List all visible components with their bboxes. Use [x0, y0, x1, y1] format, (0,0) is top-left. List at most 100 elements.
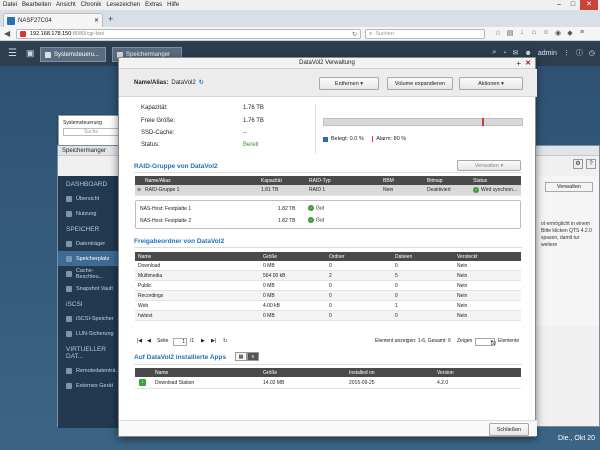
home-icon[interactable]: ⌂: [528, 29, 540, 37]
raid-disk-list: NAS-Host: Festplatte 1 1.82 TB ✓ Gut NAS-…: [135, 200, 521, 229]
shares-section-title: Freigabeordner von DataVol2: [134, 238, 225, 245]
close-icon[interactable]: ✕: [580, 0, 598, 10]
table-row[interactable]: ↓ Download Station 14.02 MB 2015-09-25 4…: [135, 377, 521, 389]
search-input[interactable]: ⌕ Suchen: [365, 29, 485, 39]
info-separator: [315, 104, 316, 154]
sidebar-item-disks[interactable]: Datenträger: [58, 236, 120, 251]
minimize-icon[interactable]: –: [552, 0, 566, 10]
alarm-threshold-marker: [482, 118, 485, 126]
sidebar-item-lun-backup[interactable]: LUN-Sicherung: [58, 326, 120, 341]
hamburger-menu-icon[interactable]: ≡: [576, 29, 588, 37]
raid-manage-button[interactable]: Verwalten ▾: [457, 160, 521, 171]
dialog-footer: Schließen: [119, 420, 537, 436]
download-icon[interactable]: ↓: [516, 29, 528, 37]
menu-history[interactable]: Chronik: [81, 2, 102, 8]
list-view-icon[interactable]: ≡: [247, 352, 259, 361]
menu-file[interactable]: Datei: [3, 2, 17, 8]
qts-search-icon[interactable]: ⌕: [492, 49, 496, 57]
manage-button[interactable]: Verwalten: [545, 182, 593, 192]
table-row[interactable]: Recordings 0 MB 0 0 Nein: [135, 291, 521, 301]
usage-legend: Belegt: 0.0 % Alarm: 80 %: [323, 136, 406, 142]
qts-user-icon[interactable]: ☻: [524, 50, 531, 57]
menu-help[interactable]: Hilfe: [167, 2, 179, 8]
url-bar[interactable]: 192.168.178.150 :8080/cgi-bin/ ↻: [16, 29, 361, 39]
sidebar-item-cache[interactable]: Cache-Beschleu...: [58, 266, 120, 281]
url-host: 192.168.178.150: [30, 31, 72, 37]
page-input[interactable]: 1: [173, 338, 187, 346]
alarm-legend-label: Alarm: 80 %: [376, 136, 407, 142]
grid-view-icon[interactable]: ▦: [235, 352, 247, 361]
dialog-titlebar: DataVol2 Verwaltung + ✕: [119, 58, 535, 69]
sidebar-item-iscsi-storage[interactable]: iSCSI-Speicher: [58, 311, 120, 326]
close-button[interactable]: Schließen: [489, 423, 529, 436]
menu-bookmarks[interactable]: Lesezeichen: [106, 2, 140, 8]
tab-close-icon[interactable]: ✕: [94, 17, 99, 24]
bookmarks-icon[interactable]: ▤: [504, 29, 516, 37]
sidebar-item-snapshot-vault[interactable]: Snapshot Vault: [58, 281, 120, 296]
table-row[interactable]: Download 0 MB 0 0 Nein: [135, 261, 521, 271]
close-dialog-icon[interactable]: ✕: [525, 58, 531, 69]
reload-icon[interactable]: ↻: [352, 31, 357, 38]
apps-divider: [134, 364, 522, 365]
sidebar-item-usage[interactable]: Nutzung: [58, 206, 120, 221]
used-legend-label: Belegt: 0.0 %: [331, 136, 364, 142]
refresh-icon[interactable]: ↻: [199, 80, 204, 86]
expand-volume-button[interactable]: Volume expandieren: [387, 77, 453, 90]
new-tab-icon[interactable]: +: [108, 14, 113, 24]
refresh-list-icon[interactable]: ↻: [223, 338, 227, 344]
qts-notifications-icon[interactable]: ✉: [513, 49, 519, 57]
help-icon[interactable]: ?: [586, 159, 596, 169]
menu-edit[interactable]: Bearbeiten: [22, 2, 51, 8]
usage-icon: [66, 210, 72, 217]
actions-button[interactable]: Aktionen ▾: [459, 77, 523, 90]
raid-divider: [134, 172, 522, 173]
qts-options-icon[interactable]: ⋮: [563, 49, 570, 57]
qts-dashboard-icon[interactable]: ◷: [589, 49, 595, 57]
first-page-icon[interactable]: |◀: [137, 338, 142, 344]
next-page-icon[interactable]: ▶: [201, 338, 205, 344]
sidebar-item-external-device[interactable]: Externes Gerät: [58, 378, 120, 393]
remove-button[interactable]: Entfernen ▾: [319, 77, 379, 90]
pocket-icon[interactable]: ◉: [552, 29, 564, 37]
collapse-icon[interactable]: ⊖: [137, 185, 141, 195]
items-per-page-select[interactable]: 10 ▾: [475, 338, 496, 347]
table-row[interactable]: Multimedia 564.00 kB 2 5 Nein: [135, 271, 521, 281]
status-label: Status:: [141, 142, 160, 148]
info-note: ot ermöglicht in einem Bitte klicken QTS…: [541, 221, 592, 248]
addon-icon[interactable]: ◆: [564, 29, 576, 37]
tab-title: NASF27C04: [18, 17, 52, 24]
raid-table: Name/Alias Kapazität RAID-Typ BBM Bitmap…: [135, 176, 521, 196]
popup-search-input[interactable]: Suche: [63, 128, 119, 136]
menu-view[interactable]: Ansicht: [56, 2, 76, 8]
settings-gear-icon[interactable]: ⚙: [573, 159, 583, 169]
star-icon[interactable]: ☆: [492, 29, 504, 37]
browser-tab[interactable]: NASF27C04 ✕: [3, 13, 103, 27]
table-row[interactable]: Web 4.00 kB 0 1 Nein: [135, 301, 521, 311]
browser-menubar: Datei Bearbeiten Ansicht Chronik Lesezei…: [0, 0, 600, 11]
sidebar-item-overview[interactable]: Übersicht: [58, 191, 120, 206]
disk-icon: [66, 240, 72, 247]
main-menu-icon[interactable]: ☰: [8, 48, 17, 59]
apps-table: Name Größe Installed on Version ↓ Downlo…: [135, 368, 521, 389]
prev-page-icon[interactable]: ◀: [147, 338, 151, 344]
chat-icon[interactable]: ☺: [540, 29, 552, 37]
maximize-icon[interactable]: □: [566, 0, 580, 10]
qts-tasks-icon[interactable]: ◔: [502, 50, 506, 57]
qts-username[interactable]: admin: [538, 50, 557, 57]
qts-tab-systemsteuerung[interactable]: Systemsteueru...: [40, 47, 106, 62]
raid-group-row[interactable]: ⊖ RAID-Gruppe 1 1.81 TB RAID 1 Nein Deak…: [135, 185, 521, 196]
sidebar-item-remote-disk[interactable]: Remotedatenträ...: [58, 363, 120, 378]
iscsi-icon: [66, 315, 72, 322]
menu-tools[interactable]: Extras: [145, 2, 162, 8]
taskbar-date: Die., Okt 20: [558, 435, 595, 442]
maximize-dialog-icon[interactable]: +: [516, 58, 521, 69]
capacity-value: 1.76 TB: [243, 105, 264, 111]
back-icon[interactable]: ◀: [4, 29, 10, 38]
table-row[interactable]: hwtest 0 MB 0 0 Nein: [135, 311, 521, 321]
last-page-icon[interactable]: ▶|: [211, 338, 216, 344]
qts-home-icon[interactable]: ▣: [26, 48, 35, 59]
table-row[interactable]: Public 0 MB 0 0 Nein: [135, 281, 521, 291]
search-placeholder: Suchen: [375, 31, 395, 37]
sidebar-item-storage-space[interactable]: Speicherplatz: [58, 251, 120, 266]
qts-info-icon[interactable]: ⓘ: [576, 48, 583, 58]
